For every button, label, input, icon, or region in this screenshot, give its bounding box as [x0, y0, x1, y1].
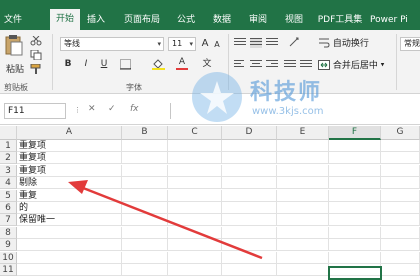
arrow-shaft [77, 184, 263, 260]
annotation-arrow [68, 180, 263, 260]
arrow-head [68, 180, 88, 194]
